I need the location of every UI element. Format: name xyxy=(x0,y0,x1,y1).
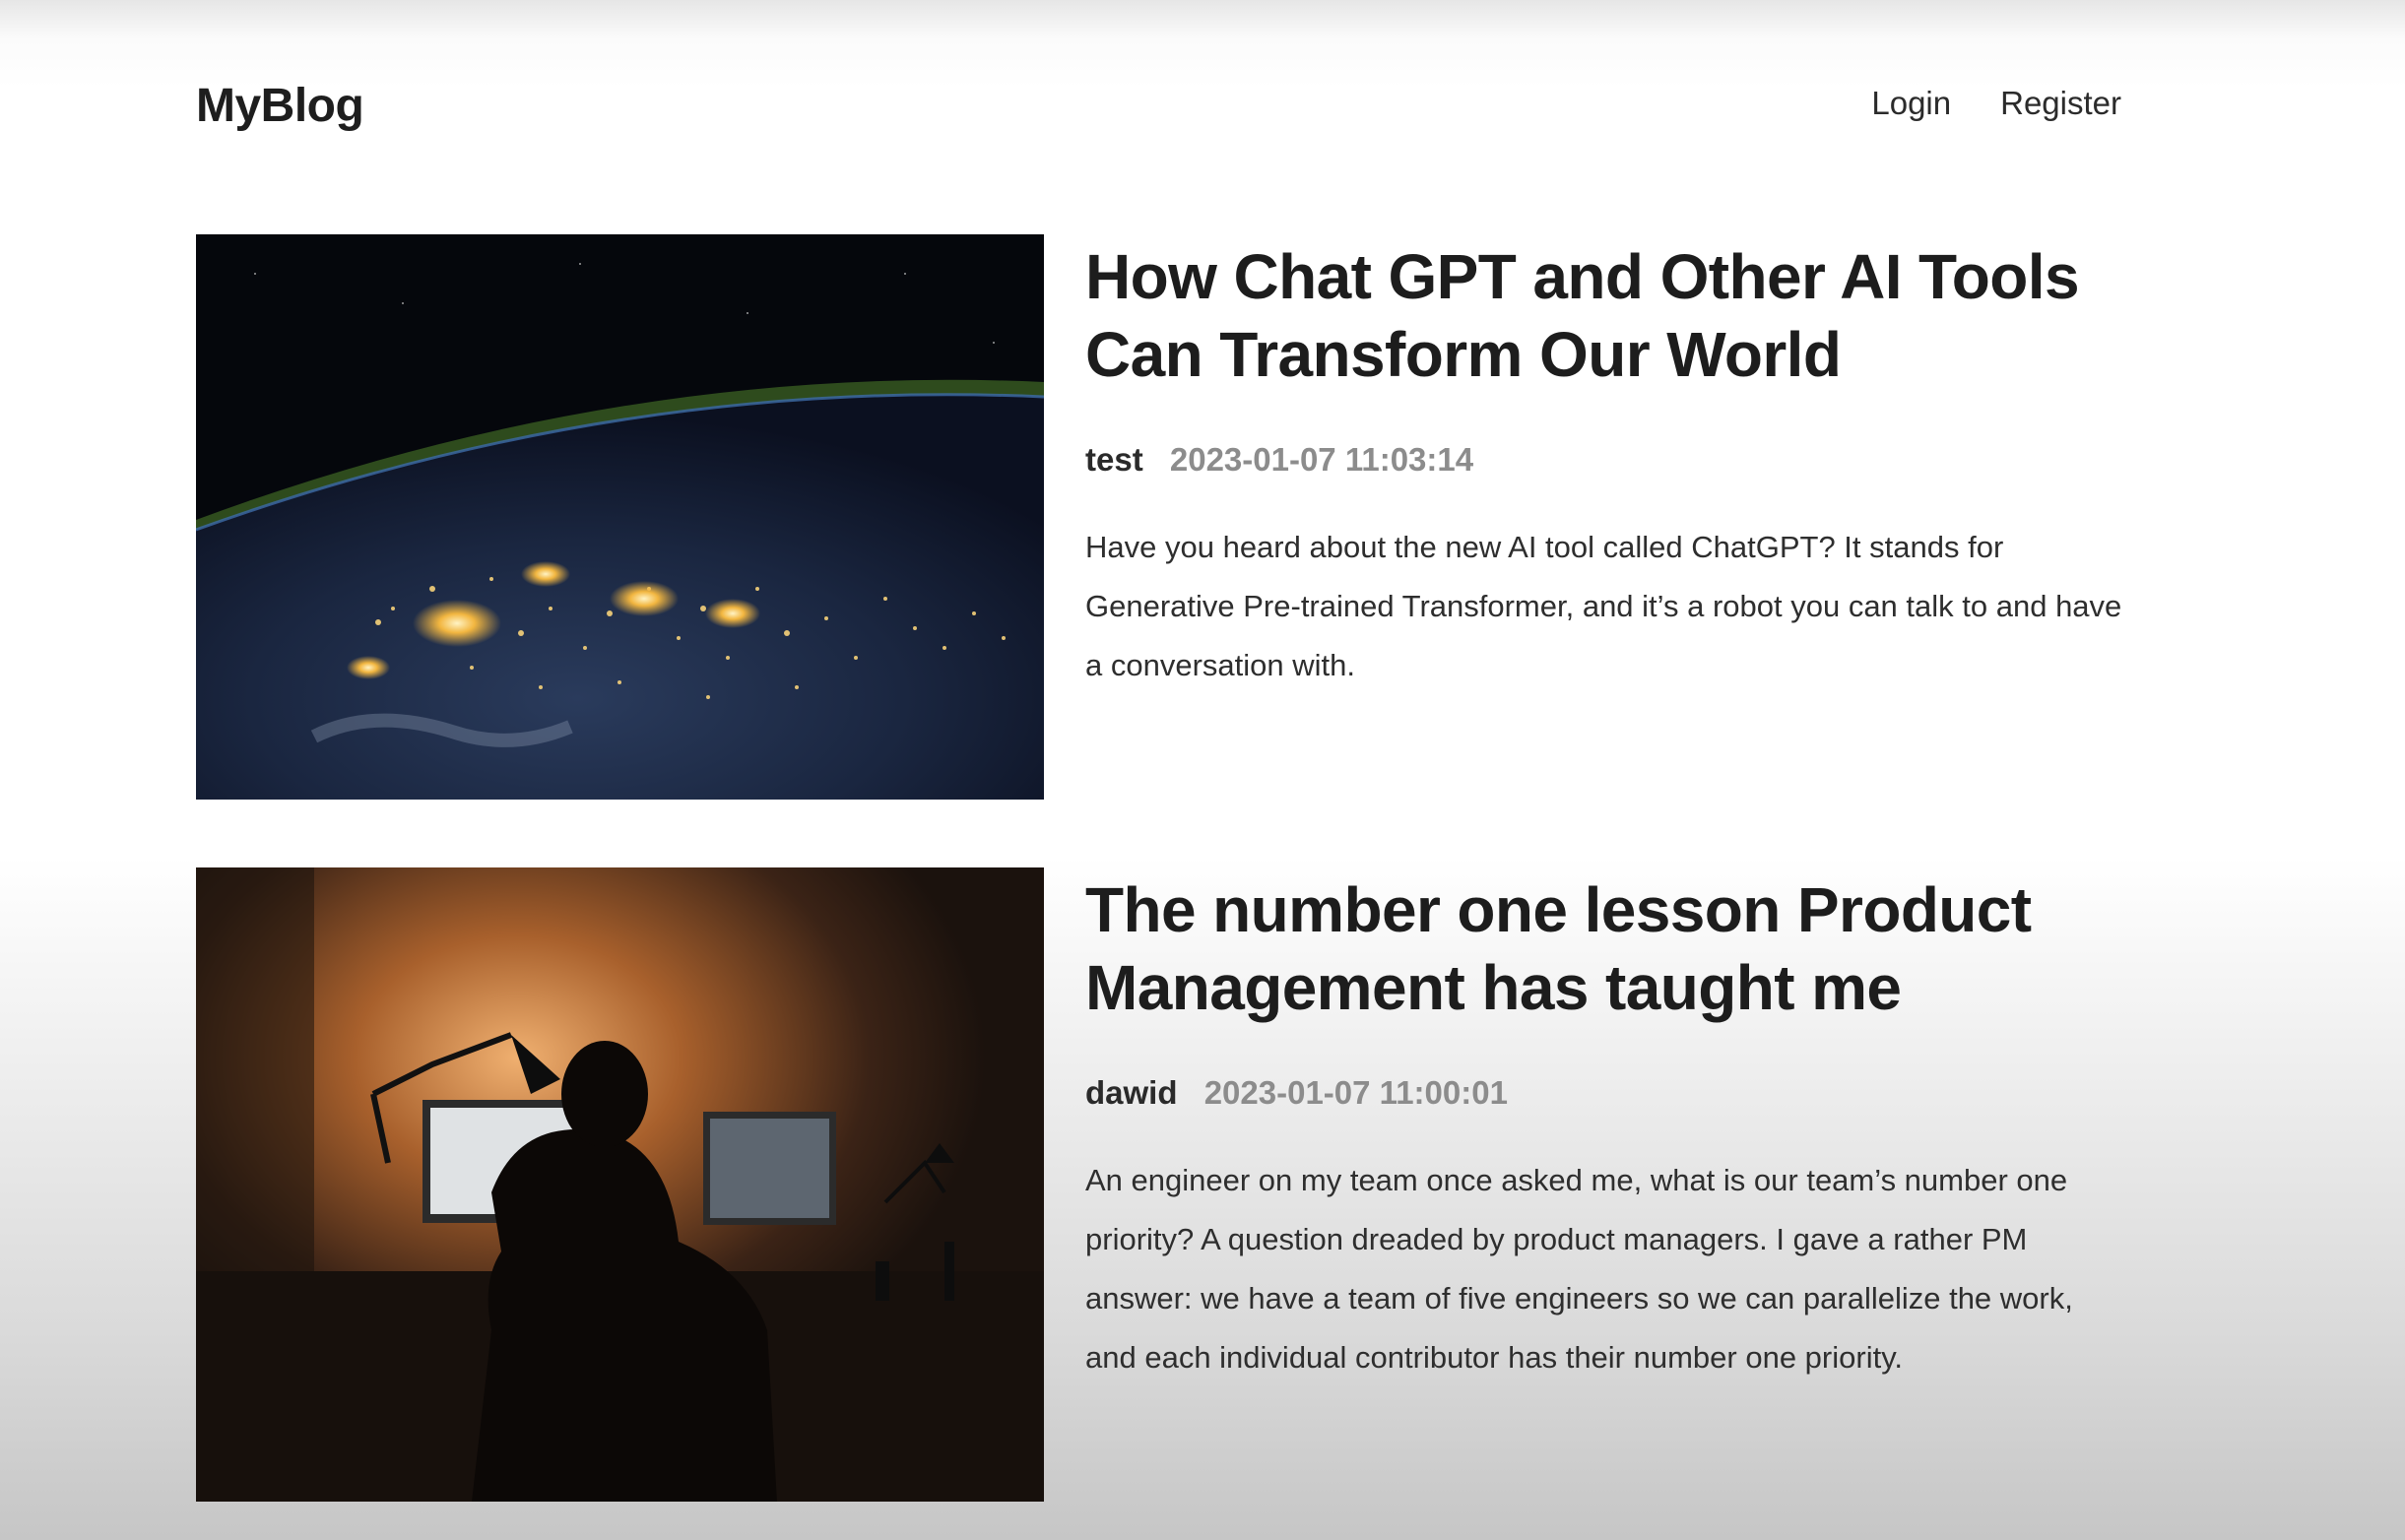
earth-at-night-illustration xyxy=(196,234,1044,800)
post-meta: dawid 2023-01-07 11:00:01 xyxy=(1085,1074,2124,1112)
post-title[interactable]: How Chat GPT and Other AI Tools Can Tran… xyxy=(1085,238,2124,394)
register-link[interactable]: Register xyxy=(2000,85,2121,122)
post-date: 2023-01-07 11:03:14 xyxy=(1169,441,1474,478)
nav-links: Login Register xyxy=(1871,85,2121,122)
site-logo[interactable]: MyBlog xyxy=(196,79,364,133)
navbar: MyBlog Login Register xyxy=(196,63,2121,148)
post-author: test xyxy=(1085,441,1143,478)
post-item: How Chat GPT and Other AI Tools Can Tran… xyxy=(196,234,2126,800)
login-link[interactable]: Login xyxy=(1871,85,1951,122)
post-item: The number one lesson Product Management… xyxy=(196,867,2126,1502)
post-excerpt: An engineer on my team once asked me, wh… xyxy=(1085,1163,2073,1375)
person-at-desk-image[interactable] xyxy=(196,867,1044,1502)
post-title[interactable]: The number one lesson Product Management… xyxy=(1085,871,2124,1027)
post-excerpt: Have you heard about the new AI tool cal… xyxy=(1085,530,2122,682)
post-author: dawid xyxy=(1085,1074,1178,1111)
post-content: How Chat GPT and Other AI Tools Can Tran… xyxy=(1085,234,2124,726)
earth-at-night-image[interactable] xyxy=(196,234,1044,800)
person-at-desk-illustration xyxy=(196,867,1044,1502)
post-content: The number one lesson Product Management… xyxy=(1085,867,2124,1418)
post-meta: test 2023-01-07 11:03:14 xyxy=(1085,441,2124,479)
post-date: 2023-01-07 11:00:01 xyxy=(1203,1074,1508,1111)
